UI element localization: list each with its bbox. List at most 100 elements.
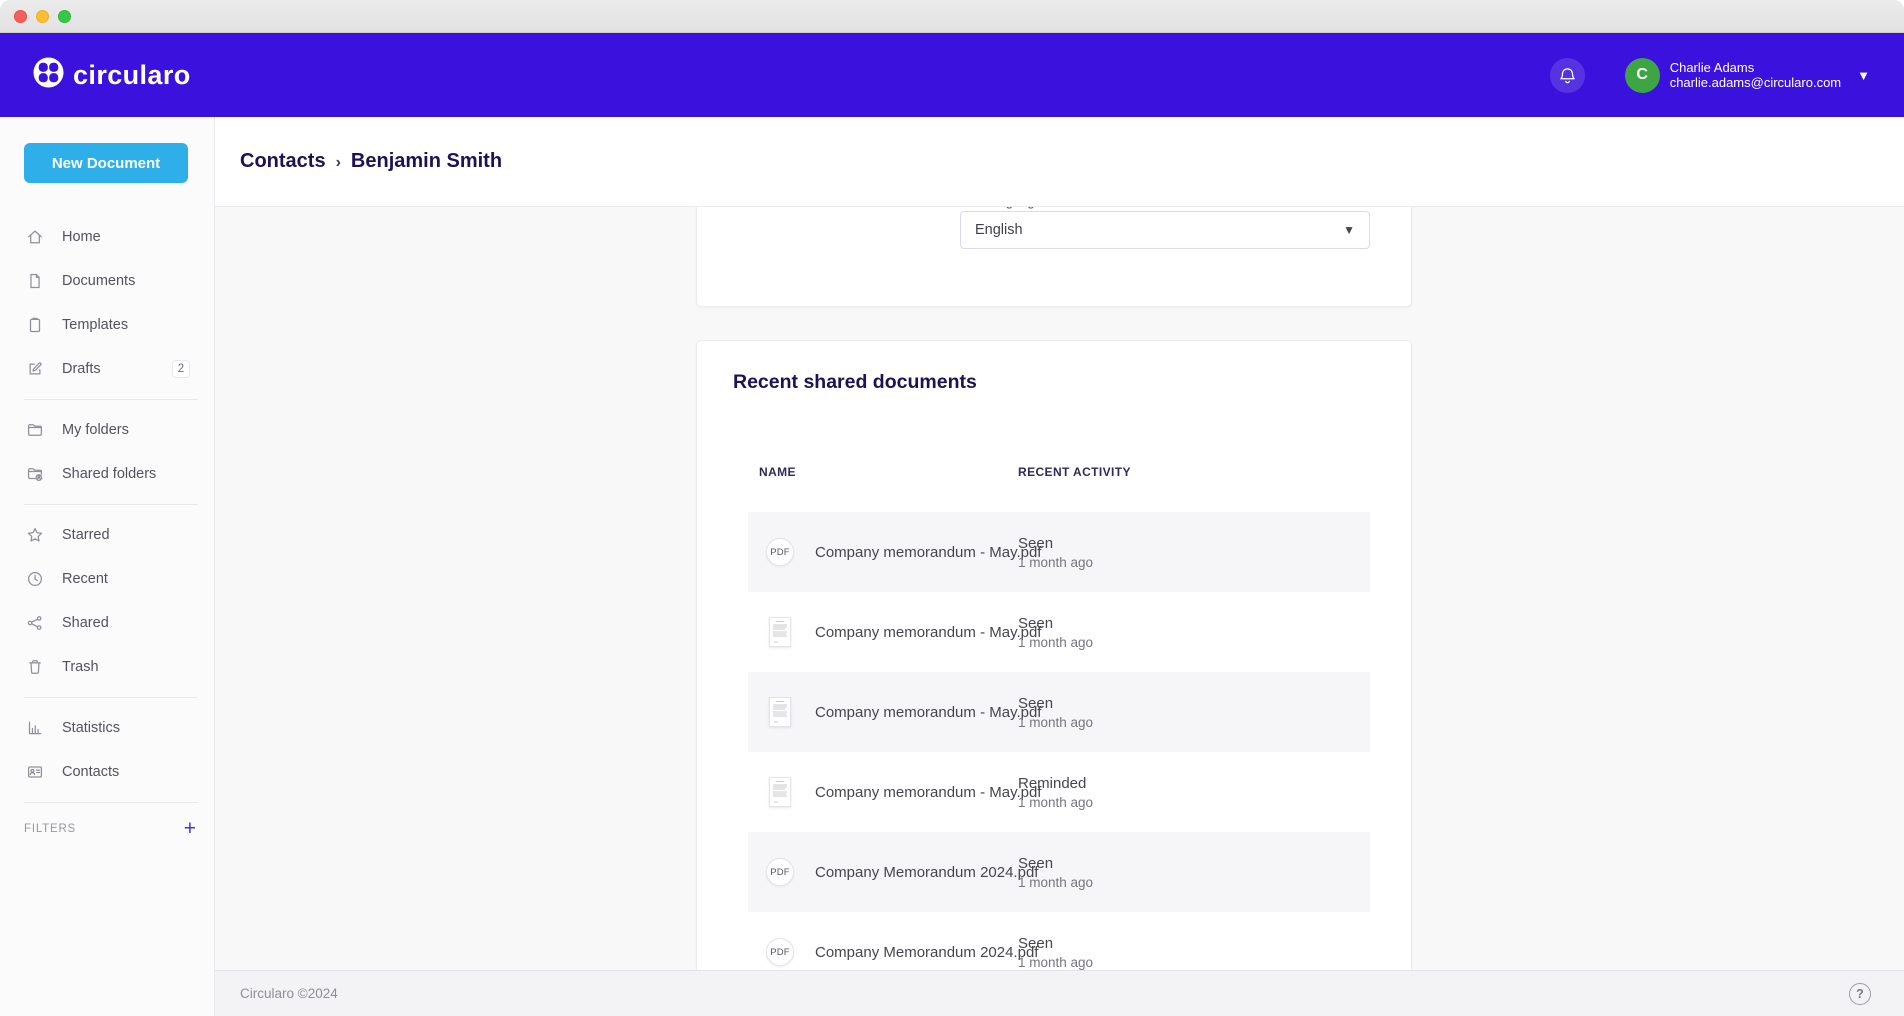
language-select[interactable]: English ▼: [960, 211, 1370, 249]
add-filter-button[interactable]: +: [184, 819, 196, 839]
document-name: Company memorandum - May.pdf: [815, 624, 1041, 641]
circularo-logo-icon: [33, 57, 64, 93]
sidebar-item-label: Templates: [62, 317, 128, 333]
sidebar-item-label: Shared folders: [62, 466, 156, 482]
window-close-button[interactable]: [14, 10, 27, 23]
templates-icon: [26, 316, 44, 334]
table-row[interactable]: Company memorandum - May.pdf Reminded 1 …: [748, 752, 1370, 832]
document-name: Company memorandum - May.pdf: [815, 784, 1041, 801]
activity-time: 1 month ago: [1018, 955, 1093, 970]
document-thumbnail-icon: [769, 617, 791, 647]
filters-label: FILTERS: [24, 823, 76, 835]
sidebar: New Document Home Documents Templates Dr…: [0, 117, 215, 1016]
sidebar-item-label: My folders: [62, 422, 129, 438]
star-icon: [26, 526, 44, 544]
brand-logo[interactable]: circularo: [33, 57, 191, 93]
new-document-button[interactable]: New Document: [24, 143, 188, 183]
avatar: C: [1625, 58, 1660, 93]
activity-time: 1 month ago: [1018, 715, 1093, 730]
help-button[interactable]: ?: [1849, 983, 1871, 1005]
count-badge: 2: [172, 360, 190, 378]
bell-icon: [1558, 66, 1577, 85]
activity-time: 1 month ago: [1018, 795, 1093, 810]
breadcrumb: Contacts › Benjamin Smith: [215, 117, 1904, 207]
footer: Circularo ©2024 ?: [215, 970, 1904, 1016]
sidebar-item-recent[interactable]: Recent: [0, 557, 214, 601]
activity-status: Seen: [1018, 615, 1093, 632]
column-header-name: NAME: [759, 465, 796, 479]
breadcrumb-current: Benjamin Smith: [351, 150, 502, 173]
user-name: Charlie Adams: [1670, 60, 1841, 75]
sidebar-item-label: Statistics: [62, 720, 120, 736]
divider: [24, 697, 198, 698]
contacts-icon: [26, 763, 44, 781]
pdf-badge-icon: PDF: [766, 938, 794, 966]
sidebar-item-starred[interactable]: Starred: [0, 513, 214, 557]
app-header: circularo C Charlie Adams charlie.adams@…: [0, 33, 1904, 117]
sidebar-item-label: Home: [62, 229, 101, 245]
drafts-icon: [26, 360, 44, 378]
sidebar-item-label: Starred: [62, 527, 110, 543]
activity-status: Seen: [1018, 535, 1093, 552]
language-select-value: English: [975, 222, 1023, 238]
breadcrumb-contacts-link[interactable]: Contacts: [240, 150, 326, 173]
divider: [24, 802, 198, 803]
share-icon: [26, 614, 44, 632]
sidebar-item-templates[interactable]: Templates: [0, 303, 214, 347]
sidebar-item-label: Recent: [62, 571, 108, 587]
sidebar-item-label: Drafts: [62, 361, 101, 377]
document-name: Company memorandum - May.pdf: [815, 544, 1041, 561]
pdf-badge-icon: PDF: [766, 538, 794, 566]
sidebar-item-statistics[interactable]: Statistics: [0, 706, 214, 750]
sidebar-item-home[interactable]: Home: [0, 215, 214, 259]
question-mark-icon: ?: [1856, 987, 1864, 1001]
documents-icon: [26, 272, 44, 290]
sidebar-item-label: Trash: [62, 659, 99, 675]
chevron-down-icon: ▼: [1857, 68, 1870, 83]
sidebar-item-trash[interactable]: Trash: [0, 645, 214, 689]
activity-status: Seen: [1018, 695, 1093, 712]
sidebar-item-shared-folders[interactable]: Shared folders: [0, 452, 214, 496]
recent-shared-documents-card: Recent shared documents NAME RECENT ACTI…: [696, 340, 1412, 1016]
table-row[interactable]: PDF Company Memorandum 2024.pdf Seen 1 m…: [748, 832, 1370, 912]
table-header: NAME RECENT ACTIVITY: [748, 453, 1370, 512]
clock-icon: [26, 570, 44, 588]
document-thumbnail-icon: [769, 777, 791, 807]
sidebar-item-contacts[interactable]: Contacts: [0, 750, 214, 794]
table-row[interactable]: PDF Company memorandum - May.pdf Seen 1 …: [748, 512, 1370, 592]
document-name: Company memorandum - May.pdf: [815, 704, 1041, 721]
brand-name: circularo: [73, 60, 191, 91]
sidebar-item-label: Contacts: [62, 764, 119, 780]
sidebar-item-label: Shared: [62, 615, 109, 631]
document-name: Company Memorandum 2024.pdf: [815, 944, 1038, 961]
sidebar-item-shared[interactable]: Shared: [0, 601, 214, 645]
pdf-badge-icon: PDF: [766, 858, 794, 886]
filters-row: FILTERS +: [24, 811, 196, 847]
sidebar-item-my-folders[interactable]: My folders: [0, 408, 214, 452]
main-content: Language English ▼ Recent shared documen…: [215, 207, 1904, 1016]
document-name: Company Memorandum 2024.pdf: [815, 864, 1038, 881]
window-zoom-button[interactable]: [58, 10, 71, 23]
activity-time: 1 month ago: [1018, 555, 1093, 570]
table-row[interactable]: Company memorandum - May.pdf Seen 1 mont…: [748, 592, 1370, 672]
window-titlebar: [0, 0, 1904, 33]
statistics-icon: [26, 719, 44, 737]
profile-settings-card: Language English ▼: [696, 206, 1412, 307]
divider: [24, 504, 198, 505]
sidebar-item-drafts[interactable]: Drafts 2: [0, 347, 214, 391]
folder-icon: [26, 421, 44, 439]
activity-status: Seen: [1018, 855, 1093, 872]
breadcrumb-separator-icon: ›: [336, 152, 341, 172]
window-minimize-button[interactable]: [36, 10, 49, 23]
home-icon: [26, 228, 44, 246]
activity-time: 1 month ago: [1018, 875, 1093, 890]
copyright: Circularo ©2024: [240, 986, 338, 1001]
app-window: circularo C Charlie Adams charlie.adams@…: [0, 0, 1904, 1016]
user-menu[interactable]: C Charlie Adams charlie.adams@circularo.…: [1625, 58, 1870, 93]
documents-table: NAME RECENT ACTIVITY PDF Company memoran…: [748, 453, 1370, 992]
activity-status: Reminded: [1018, 775, 1093, 792]
table-row[interactable]: Company memorandum - May.pdf Seen 1 mont…: [748, 672, 1370, 752]
notifications-button[interactable]: [1550, 58, 1585, 93]
activity-status: Seen: [1018, 935, 1093, 952]
sidebar-item-documents[interactable]: Documents: [0, 259, 214, 303]
